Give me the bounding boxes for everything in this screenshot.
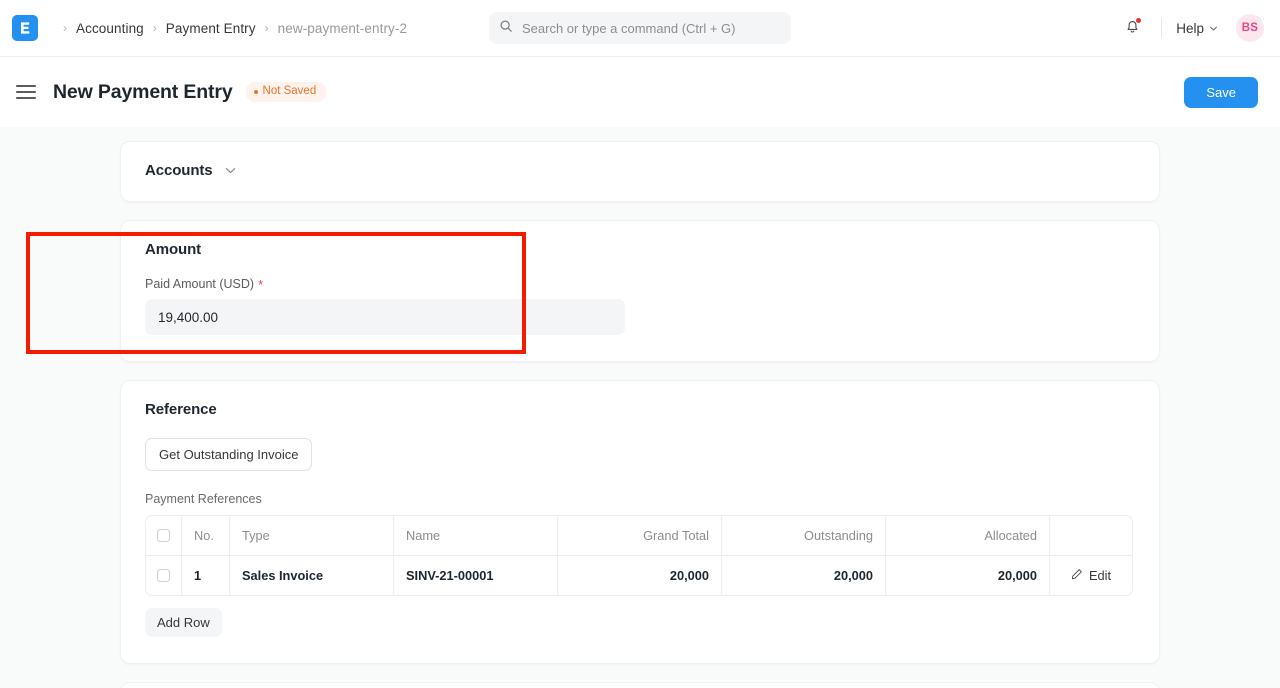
breadcrumb-separator: ›	[63, 22, 67, 34]
cell-outstanding[interactable]: 20,000	[722, 556, 886, 595]
cell-grand-total[interactable]: 20,000	[558, 556, 722, 595]
row-checkbox[interactable]	[157, 569, 170, 582]
erpnext-logo-icon[interactable]	[12, 15, 38, 41]
column-header-grand-total: Grand Total	[558, 516, 722, 555]
table-header-row: No. Type Name Grand Total Outstanding Al…	[146, 516, 1132, 556]
form-content: Accounts Amount Paid Amount (USD) * Refe…	[0, 127, 1280, 688]
amount-section-wrapper: Amount Paid Amount (USD) *	[14, 220, 1266, 362]
column-header-actions	[1050, 516, 1132, 555]
paid-amount-label-text: Paid Amount (USD)	[145, 277, 254, 291]
amount-section-title: Amount	[145, 241, 1135, 258]
edit-row-label: Edit	[1089, 568, 1111, 583]
column-header-allocated: Allocated	[886, 516, 1050, 555]
navbar-divider	[1161, 18, 1162, 38]
help-label: Help	[1176, 21, 1204, 36]
pencil-icon	[1071, 568, 1083, 583]
payment-references-table: No. Type Name Grand Total Outstanding Al…	[145, 515, 1133, 596]
search-input[interactable]	[522, 21, 781, 36]
reference-section: Reference Get Outstanding Invoice Paymen…	[120, 380, 1160, 664]
breadcrumb-item-accounting[interactable]: Accounting	[76, 21, 144, 36]
accounts-section: Accounts	[120, 141, 1160, 202]
column-header-no: No.	[182, 516, 230, 555]
cell-allocated[interactable]: 20,000	[886, 556, 1050, 595]
select-all-checkbox[interactable]	[157, 529, 170, 542]
breadcrumb-separator: ›	[153, 22, 157, 34]
required-marker: *	[258, 278, 263, 291]
paid-amount-input[interactable]	[145, 299, 625, 335]
get-outstanding-invoice-button[interactable]: Get Outstanding Invoice	[145, 438, 312, 471]
cell-type[interactable]: Sales Invoice	[230, 556, 394, 595]
select-all-cell[interactable]	[146, 516, 182, 555]
search-icon	[499, 19, 522, 38]
column-header-outstanding: Outstanding	[722, 516, 886, 555]
edit-row-button[interactable]: Edit	[1050, 556, 1132, 595]
row-select-cell[interactable]	[146, 556, 182, 595]
status-dot	[254, 90, 258, 94]
top-navbar: › Accounting › Payment Entry › new-payme…	[0, 0, 1280, 57]
avatar[interactable]: BS	[1236, 14, 1264, 42]
breadcrumb: › Accounting › Payment Entry › new-payme…	[54, 21, 407, 36]
column-header-name: Name	[394, 516, 558, 555]
cell-no: 1	[182, 556, 230, 595]
paid-amount-label: Paid Amount (USD) *	[145, 277, 1135, 291]
help-dropdown[interactable]: Help	[1176, 21, 1218, 36]
breadcrumb-item-current: new-payment-entry-2	[278, 21, 407, 36]
page-header: New Payment Entry Not Saved Save	[0, 57, 1280, 127]
reference-section-title: Reference	[145, 401, 1135, 418]
breadcrumb-item-payment-entry[interactable]: Payment Entry	[166, 21, 256, 36]
navbar-right: Help BS	[1117, 13, 1264, 43]
notifications-button[interactable]	[1117, 13, 1147, 43]
accounts-section-title: Accounts	[145, 162, 213, 179]
chevron-down-icon[interactable]	[224, 164, 237, 177]
amount-section: Amount Paid Amount (USD) *	[120, 220, 1160, 362]
chevron-down-icon	[1209, 21, 1218, 36]
global-search[interactable]	[489, 12, 791, 44]
page-title: New Payment Entry	[53, 81, 233, 104]
status-badge: Not Saved	[246, 82, 327, 102]
next-section-partial	[120, 682, 1160, 688]
status-badge-label: Not Saved	[263, 86, 317, 98]
table-row[interactable]: 1 Sales Invoice SINV-21-00001 20,000 20,…	[146, 556, 1132, 595]
hamburger-icon[interactable]	[16, 85, 36, 99]
save-button[interactable]: Save	[1184, 77, 1258, 108]
add-row-button[interactable]: Add Row	[145, 608, 222, 637]
column-header-type: Type	[230, 516, 394, 555]
payment-references-label: Payment References	[145, 492, 1135, 506]
breadcrumb-separator: ›	[265, 22, 269, 34]
cell-name[interactable]: SINV-21-00001	[394, 556, 558, 595]
